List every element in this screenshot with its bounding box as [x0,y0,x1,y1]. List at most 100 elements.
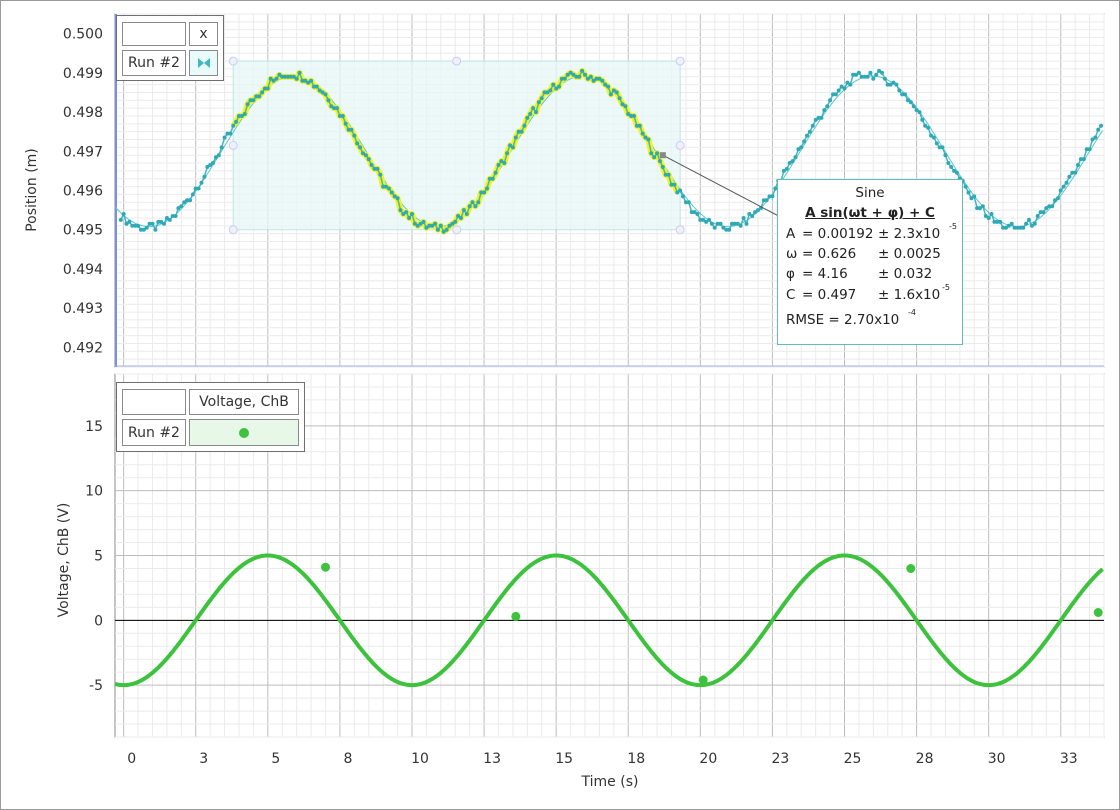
position-data-point [1093,135,1098,140]
position-data-point [828,98,833,103]
sine-fit-box[interactable]: Sine A sin(ωt + φ) + C A = 0.00192 ± 2.3… [777,179,963,345]
position-data-point [199,180,204,185]
y-axis-title-position: Position (m) [24,148,40,232]
voltage-legend: Voltage, ChB Run #2 [116,382,305,452]
y-tick-label: 0.497 [63,144,103,160]
position-data-point [686,200,691,205]
position-data-point [219,145,224,150]
position-data-point [1021,225,1026,230]
position-data-point [349,127,354,132]
position-data-point [580,68,585,73]
legend-x-symbol[interactable] [189,50,218,76]
position-data-point [917,110,922,115]
position-data-point [297,70,302,75]
x-axis-title: Time (s) [581,774,639,790]
legend-series-x[interactable]: x [189,22,218,46]
position-data-point [510,145,515,150]
position-data-point [369,163,374,167]
voltage-marker [321,562,330,572]
selection-handle [452,56,462,66]
position-data-point [525,115,530,120]
position-data-point [294,76,299,81]
fit-label-phi: φ [786,266,795,282]
position-data-point [1081,157,1086,162]
fit-unc-a: ± 2.3x10 [878,226,941,242]
position-data-point [819,115,824,120]
position-data-point [1061,184,1066,189]
position-data-point [473,204,478,209]
position-data-point [966,190,971,195]
position-data-point [522,123,527,128]
x-tick-label: 25 [844,751,862,767]
position-data-point [444,227,449,232]
legend-series-x-label: x [199,26,208,42]
y-axis-title-voltage: Voltage, ChB (V) [56,503,72,618]
position-data-point [949,165,954,169]
position-data-point [577,74,582,79]
position-data-point [903,92,907,97]
position-data-point [557,84,561,89]
voltage-marker [698,675,708,685]
x-tick-label: 28 [916,751,934,767]
position-data-point [825,104,830,109]
position-data-point [470,200,475,205]
position-data-point [121,212,126,216]
x-tick-label: 10 [411,751,429,767]
position-data-point [712,225,717,230]
position-data-point [127,219,132,224]
position-data-point [513,135,518,140]
position-data-point [833,92,838,97]
position-data-point [608,92,613,97]
position-data-point [963,184,968,189]
position-data-point [340,114,345,118]
position-data-point [807,129,812,134]
position-data-point [528,112,533,116]
fit-unc-phi: ± 0.032 [878,266,933,282]
legend-blank-cell [122,22,186,46]
position-data-point [681,194,685,199]
position-data-point [836,88,841,93]
legend-run-text: Run #2 [128,55,180,71]
y-tick-label: 0.492 [63,340,103,356]
position-data-point [539,96,544,101]
position-data-point [150,221,155,226]
selection-handle [452,225,462,235]
position-data-point [793,155,798,160]
position-data-point [738,223,743,228]
position-data-point [162,221,166,226]
position-data-point [894,82,899,87]
position-data-point [375,166,380,171]
fit-unc-omega: ± 0.0025 [878,246,941,262]
position-data-point [1073,170,1078,175]
legend-series-voltage[interactable]: Voltage, ChB [189,389,299,415]
position-data-point [1055,196,1060,201]
position-data-point [640,131,645,136]
position-data-point [1009,221,1014,226]
position-data-point [718,221,723,226]
position-data-point [482,190,487,195]
position-legend: x Run #2 [116,15,224,81]
voltage-marker [906,564,916,573]
legend-run-label: Run #2 [122,50,186,76]
legend-voltage-symbol[interactable] [189,419,299,446]
position-data-point [972,194,977,199]
position-data-point [865,74,870,79]
position-data-point [505,151,510,156]
position-data-point [954,170,959,175]
position-data-point [989,212,994,216]
position-data-point [490,176,495,181]
position-data-point [660,165,665,169]
position-data-point [519,129,524,134]
voltage-marker [511,611,521,621]
position-data-point [251,98,256,103]
fit-exp-a: -5 [949,222,957,231]
y-tick-label: 0.493 [63,301,103,317]
position-data-point [583,72,587,77]
fit-leader-anchor [659,152,666,159]
position-data-point [222,135,227,140]
fit-rmse-exp: -4 [908,308,916,317]
position-data-point [805,133,809,138]
selection-handle [228,225,238,235]
position-data-point [410,212,414,216]
x-tick-label: 3 [199,751,208,767]
